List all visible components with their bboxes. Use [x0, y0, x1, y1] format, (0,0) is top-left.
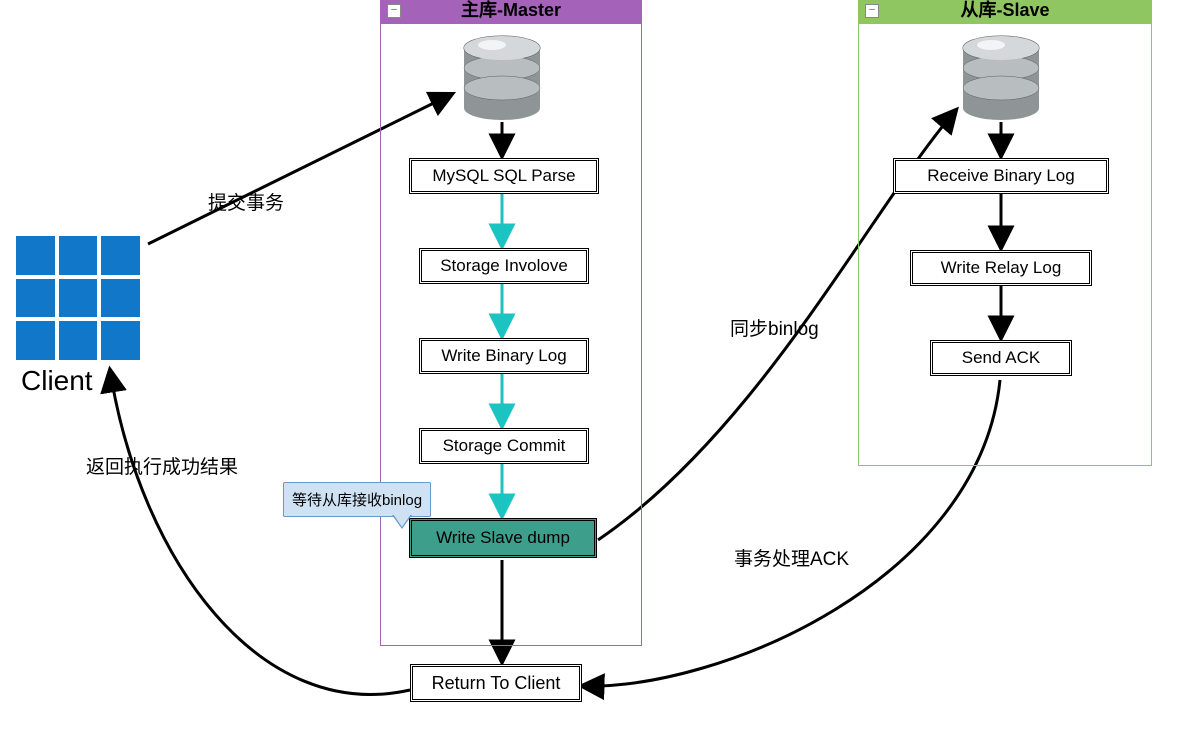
callout-tail-icon: [392, 515, 412, 529]
step-storage-commit: Storage Commit: [419, 428, 589, 464]
step-send-ack: Send ACK: [930, 340, 1072, 376]
step-write-slave-dump: Write Slave dump: [409, 518, 597, 558]
step-involove: Storage Involove: [419, 248, 589, 284]
client-icon: [16, 236, 140, 360]
step-return-to-client: Return To Client: [410, 664, 582, 702]
edge-label-ack: 事务处理ACK: [734, 544, 849, 571]
edge-label-return-result: 返回执行成功结果: [86, 452, 238, 479]
step-receive-binary-log: Receive Binary Log: [893, 158, 1109, 194]
edge-label-sync-binlog: 同步binlog: [730, 314, 819, 341]
edge-label-submit: 提交事务: [208, 188, 284, 215]
step-parse: MySQL SQL Parse: [409, 158, 599, 194]
slave-title: 从库-Slave: [859, 0, 1151, 24]
master-title: 主库-Master: [381, 0, 641, 24]
slave-container: – 从库-Slave: [858, 0, 1152, 466]
step-write-relay-log: Write Relay Log: [910, 250, 1092, 286]
step-write-binary-log: Write Binary Log: [419, 338, 589, 374]
client-label: Client: [21, 365, 93, 397]
callout-wait-binlog: 等待从库接收binlog: [283, 482, 431, 517]
